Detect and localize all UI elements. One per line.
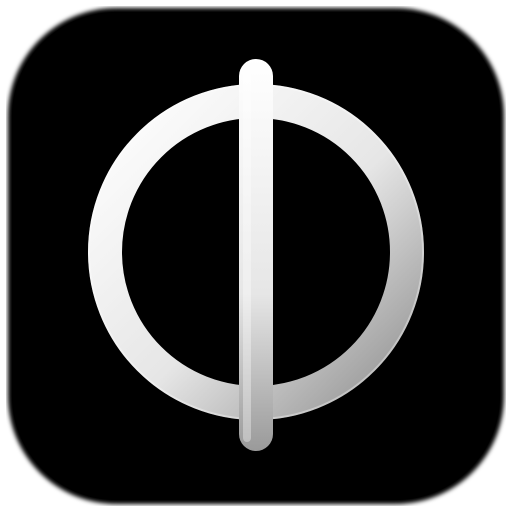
phi-stem-highlight — [243, 66, 251, 442]
phi-icon[interactable] — [6, 6, 506, 506]
app-icon-stage — [0, 0, 512, 512]
